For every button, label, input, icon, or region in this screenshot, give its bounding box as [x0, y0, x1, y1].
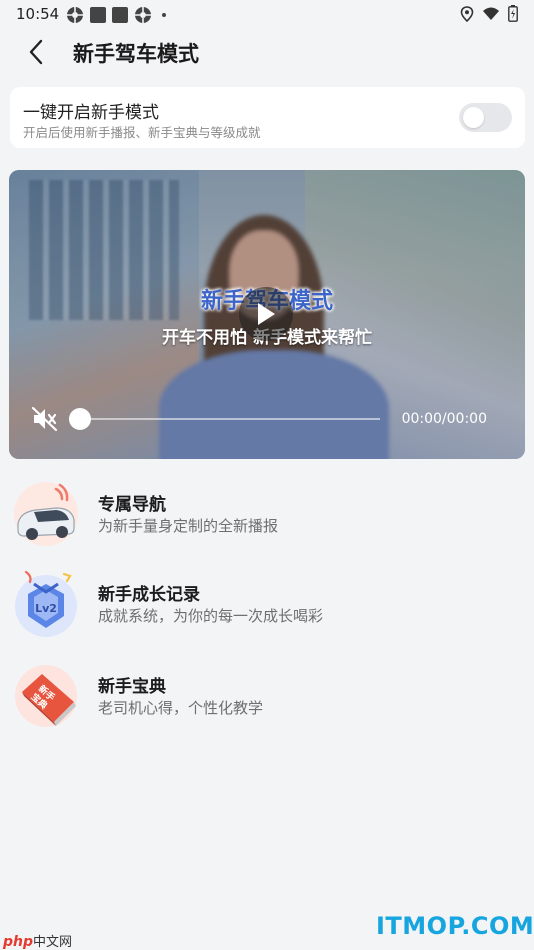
level-badge-icon: Lv2 [15, 570, 77, 637]
feature-description: 成就系统，为你的每一次成长喝彩 [98, 607, 324, 625]
feature-item-handbook[interactable]: 新手 宝典 新手宝典 老司机心得，个性化教学 [12, 662, 522, 732]
app-header: 新手驾车模式 [0, 32, 534, 72]
video-progress-handle[interactable] [69, 408, 91, 430]
chevron-left-icon [29, 39, 43, 65]
novice-mode-subtitle: 开启后使用新手播报、新手宝典与等级成就 [23, 125, 261, 140]
back-button[interactable] [20, 36, 52, 68]
status-left-icons [66, 6, 166, 24]
novice-mode-card: 一键开启新手模式 开启后使用新手播报、新手宝典与等级成就 [10, 87, 525, 148]
status-time: 10:54 [16, 5, 60, 23]
car-icon [14, 482, 78, 546]
battery-icon [508, 5, 518, 22]
dot-icon [162, 13, 166, 17]
feature-description: 老司机心得，个性化教学 [98, 699, 264, 717]
status-right-icons [460, 5, 518, 22]
level-badge-text: Lv2 [35, 602, 57, 615]
mute-button[interactable] [31, 406, 59, 432]
status-bar: 10:54 [0, 0, 534, 28]
feature-item-growth-record[interactable]: Lv2 新手成长记录 成就系统，为你的每一次成长喝彩 [12, 570, 522, 640]
video-time: 00:00/00:00 [401, 411, 487, 427]
novice-mode-title: 一键开启新手模式 [23, 103, 159, 123]
switch-knob [463, 107, 484, 128]
settings-gear-icon [67, 7, 83, 23]
feature-title: 新手宝典 [98, 677, 166, 697]
feature-item-navigation[interactable]: 专属导航 为新手量身定制的全新播报 [12, 480, 522, 550]
play-button[interactable] [239, 287, 293, 341]
intro-video-player[interactable]: 新手驾车模式 开车不用怕 新手模式来帮忙 00:00/00:00 [9, 170, 525, 459]
php-watermark: php中文网 [3, 934, 73, 950]
settings-gear-icon [135, 7, 151, 23]
location-icon [460, 5, 474, 22]
itmop-watermark: ITMOP.COM [376, 912, 534, 940]
play-icon [258, 303, 275, 325]
feature-title: 专属导航 [98, 495, 166, 515]
video-progress-track[interactable] [80, 418, 380, 420]
wifi-icon [483, 7, 499, 20]
book-icon: 新手 宝典 [15, 665, 77, 727]
novice-mode-switch[interactable] [459, 103, 512, 132]
feature-title: 新手成长记录 [98, 585, 200, 605]
feature-description: 为新手量身定制的全新播报 [98, 517, 279, 535]
square-icon [112, 7, 128, 23]
page-title: 新手驾车模式 [73, 42, 199, 66]
square-icon [90, 7, 106, 23]
volume-muted-icon [31, 406, 58, 432]
